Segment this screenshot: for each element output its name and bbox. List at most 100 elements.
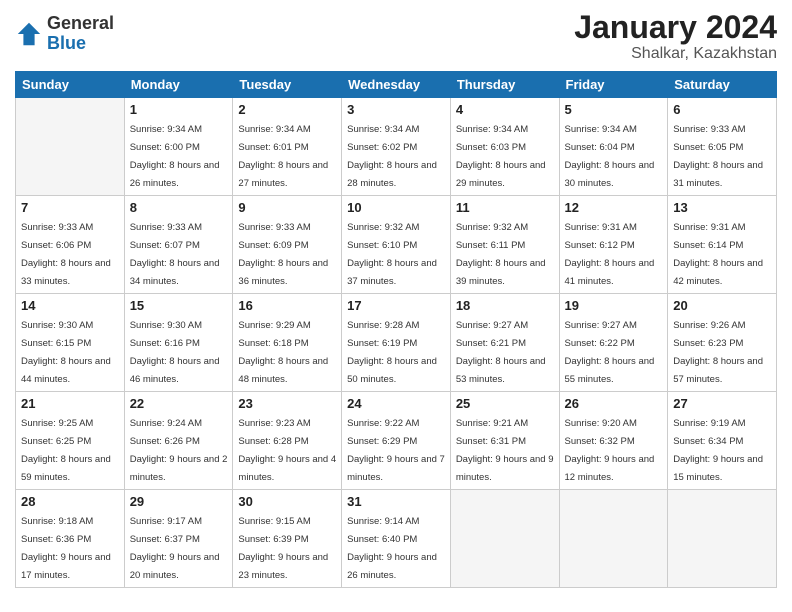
calendar-cell bbox=[16, 98, 125, 196]
calendar-cell: 9 Sunrise: 9:33 AMSunset: 6:09 PMDayligh… bbox=[233, 196, 342, 294]
day-info: Sunrise: 9:33 AMSunset: 6:09 PMDaylight:… bbox=[238, 222, 328, 287]
calendar-cell: 10 Sunrise: 9:32 AMSunset: 6:10 PMDaylig… bbox=[342, 196, 451, 294]
day-number: 11 bbox=[456, 200, 554, 215]
day-info: Sunrise: 9:23 AMSunset: 6:28 PMDaylight:… bbox=[238, 418, 336, 483]
calendar-cell: 27 Sunrise: 9:19 AMSunset: 6:34 PMDaylig… bbox=[668, 392, 777, 490]
day-number: 22 bbox=[130, 396, 228, 411]
header-row: Sunday Monday Tuesday Wednesday Thursday… bbox=[16, 72, 777, 98]
calendar-cell: 31 Sunrise: 9:14 AMSunset: 6:40 PMDaylig… bbox=[342, 490, 451, 588]
day-info: Sunrise: 9:21 AMSunset: 6:31 PMDaylight:… bbox=[456, 418, 554, 483]
day-number: 28 bbox=[21, 494, 119, 509]
week-row-4: 21 Sunrise: 9:25 AMSunset: 6:25 PMDaylig… bbox=[16, 392, 777, 490]
day-info: Sunrise: 9:27 AMSunset: 6:22 PMDaylight:… bbox=[565, 320, 655, 385]
day-info: Sunrise: 9:33 AMSunset: 6:07 PMDaylight:… bbox=[130, 222, 220, 287]
week-row-3: 14 Sunrise: 9:30 AMSunset: 6:15 PMDaylig… bbox=[16, 294, 777, 392]
day-number: 1 bbox=[130, 102, 228, 117]
calendar-cell: 14 Sunrise: 9:30 AMSunset: 6:15 PMDaylig… bbox=[16, 294, 125, 392]
day-info: Sunrise: 9:32 AMSunset: 6:11 PMDaylight:… bbox=[456, 222, 546, 287]
logo-text: General Blue bbox=[47, 14, 114, 54]
day-info: Sunrise: 9:31 AMSunset: 6:12 PMDaylight:… bbox=[565, 222, 655, 287]
calendar-table: Sunday Monday Tuesday Wednesday Thursday… bbox=[15, 71, 777, 588]
day-number: 10 bbox=[347, 200, 445, 215]
calendar-cell: 20 Sunrise: 9:26 AMSunset: 6:23 PMDaylig… bbox=[668, 294, 777, 392]
calendar-cell: 23 Sunrise: 9:23 AMSunset: 6:28 PMDaylig… bbox=[233, 392, 342, 490]
day-number: 31 bbox=[347, 494, 445, 509]
day-info: Sunrise: 9:26 AMSunset: 6:23 PMDaylight:… bbox=[673, 320, 763, 385]
day-info: Sunrise: 9:29 AMSunset: 6:18 PMDaylight:… bbox=[238, 320, 328, 385]
day-number: 4 bbox=[456, 102, 554, 117]
calendar-cell: 16 Sunrise: 9:29 AMSunset: 6:18 PMDaylig… bbox=[233, 294, 342, 392]
day-info: Sunrise: 9:19 AMSunset: 6:34 PMDaylight:… bbox=[673, 418, 763, 483]
day-info: Sunrise: 9:24 AMSunset: 6:26 PMDaylight:… bbox=[130, 418, 228, 483]
calendar-cell: 2 Sunrise: 9:34 AMSunset: 6:01 PMDayligh… bbox=[233, 98, 342, 196]
calendar-cell: 17 Sunrise: 9:28 AMSunset: 6:19 PMDaylig… bbox=[342, 294, 451, 392]
calendar-cell: 4 Sunrise: 9:34 AMSunset: 6:03 PMDayligh… bbox=[450, 98, 559, 196]
calendar-cell: 12 Sunrise: 9:31 AMSunset: 6:12 PMDaylig… bbox=[559, 196, 668, 294]
week-row-1: 1 Sunrise: 9:34 AMSunset: 6:00 PMDayligh… bbox=[16, 98, 777, 196]
day-number: 25 bbox=[456, 396, 554, 411]
logo-general: General bbox=[47, 14, 114, 34]
day-number: 13 bbox=[673, 200, 771, 215]
day-number: 15 bbox=[130, 298, 228, 313]
calendar-cell: 29 Sunrise: 9:17 AMSunset: 6:37 PMDaylig… bbox=[124, 490, 233, 588]
week-row-2: 7 Sunrise: 9:33 AMSunset: 6:06 PMDayligh… bbox=[16, 196, 777, 294]
week-row-5: 28 Sunrise: 9:18 AMSunset: 6:36 PMDaylig… bbox=[16, 490, 777, 588]
calendar-cell: 6 Sunrise: 9:33 AMSunset: 6:05 PMDayligh… bbox=[668, 98, 777, 196]
calendar-cell: 24 Sunrise: 9:22 AMSunset: 6:29 PMDaylig… bbox=[342, 392, 451, 490]
calendar-cell: 26 Sunrise: 9:20 AMSunset: 6:32 PMDaylig… bbox=[559, 392, 668, 490]
day-number: 5 bbox=[565, 102, 663, 117]
calendar-cell bbox=[450, 490, 559, 588]
day-number: 26 bbox=[565, 396, 663, 411]
day-number: 9 bbox=[238, 200, 336, 215]
logo: General Blue bbox=[15, 14, 114, 54]
day-number: 6 bbox=[673, 102, 771, 117]
day-number: 7 bbox=[21, 200, 119, 215]
calendar-cell: 19 Sunrise: 9:27 AMSunset: 6:22 PMDaylig… bbox=[559, 294, 668, 392]
calendar-cell: 3 Sunrise: 9:34 AMSunset: 6:02 PMDayligh… bbox=[342, 98, 451, 196]
col-friday: Friday bbox=[559, 72, 668, 98]
calendar-cell: 1 Sunrise: 9:34 AMSunset: 6:00 PMDayligh… bbox=[124, 98, 233, 196]
day-info: Sunrise: 9:14 AMSunset: 6:40 PMDaylight:… bbox=[347, 516, 437, 581]
calendar-cell: 25 Sunrise: 9:21 AMSunset: 6:31 PMDaylig… bbox=[450, 392, 559, 490]
logo-icon bbox=[15, 20, 43, 48]
day-info: Sunrise: 9:30 AMSunset: 6:15 PMDaylight:… bbox=[21, 320, 111, 385]
day-number: 21 bbox=[21, 396, 119, 411]
day-number: 14 bbox=[21, 298, 119, 313]
col-thursday: Thursday bbox=[450, 72, 559, 98]
calendar-cell bbox=[559, 490, 668, 588]
day-number: 8 bbox=[130, 200, 228, 215]
day-number: 18 bbox=[456, 298, 554, 313]
month-title: January 2024 bbox=[574, 10, 777, 45]
day-info: Sunrise: 9:17 AMSunset: 6:37 PMDaylight:… bbox=[130, 516, 220, 581]
day-number: 12 bbox=[565, 200, 663, 215]
day-info: Sunrise: 9:22 AMSunset: 6:29 PMDaylight:… bbox=[347, 418, 445, 483]
day-info: Sunrise: 9:34 AMSunset: 6:04 PMDaylight:… bbox=[565, 124, 655, 189]
day-number: 24 bbox=[347, 396, 445, 411]
day-number: 20 bbox=[673, 298, 771, 313]
calendar-cell: 5 Sunrise: 9:34 AMSunset: 6:04 PMDayligh… bbox=[559, 98, 668, 196]
calendar-cell: 8 Sunrise: 9:33 AMSunset: 6:07 PMDayligh… bbox=[124, 196, 233, 294]
day-info: Sunrise: 9:25 AMSunset: 6:25 PMDaylight:… bbox=[21, 418, 111, 483]
day-info: Sunrise: 9:34 AMSunset: 6:00 PMDaylight:… bbox=[130, 124, 220, 189]
calendar-cell: 11 Sunrise: 9:32 AMSunset: 6:11 PMDaylig… bbox=[450, 196, 559, 294]
day-info: Sunrise: 9:15 AMSunset: 6:39 PMDaylight:… bbox=[238, 516, 328, 581]
calendar-cell: 30 Sunrise: 9:15 AMSunset: 6:39 PMDaylig… bbox=[233, 490, 342, 588]
col-saturday: Saturday bbox=[668, 72, 777, 98]
day-info: Sunrise: 9:33 AMSunset: 6:05 PMDaylight:… bbox=[673, 124, 763, 189]
calendar-cell: 21 Sunrise: 9:25 AMSunset: 6:25 PMDaylig… bbox=[16, 392, 125, 490]
day-info: Sunrise: 9:28 AMSunset: 6:19 PMDaylight:… bbox=[347, 320, 437, 385]
day-number: 19 bbox=[565, 298, 663, 313]
day-number: 16 bbox=[238, 298, 336, 313]
calendar-cell bbox=[668, 490, 777, 588]
header: General Blue January 2024 Shalkar, Kazak… bbox=[15, 10, 777, 63]
day-number: 17 bbox=[347, 298, 445, 313]
day-number: 23 bbox=[238, 396, 336, 411]
calendar-cell: 28 Sunrise: 9:18 AMSunset: 6:36 PMDaylig… bbox=[16, 490, 125, 588]
page: General Blue January 2024 Shalkar, Kazak… bbox=[0, 0, 792, 612]
day-info: Sunrise: 9:34 AMSunset: 6:02 PMDaylight:… bbox=[347, 124, 437, 189]
day-info: Sunrise: 9:30 AMSunset: 6:16 PMDaylight:… bbox=[130, 320, 220, 385]
day-info: Sunrise: 9:34 AMSunset: 6:03 PMDaylight:… bbox=[456, 124, 546, 189]
day-info: Sunrise: 9:33 AMSunset: 6:06 PMDaylight:… bbox=[21, 222, 111, 287]
col-tuesday: Tuesday bbox=[233, 72, 342, 98]
calendar-cell: 7 Sunrise: 9:33 AMSunset: 6:06 PMDayligh… bbox=[16, 196, 125, 294]
